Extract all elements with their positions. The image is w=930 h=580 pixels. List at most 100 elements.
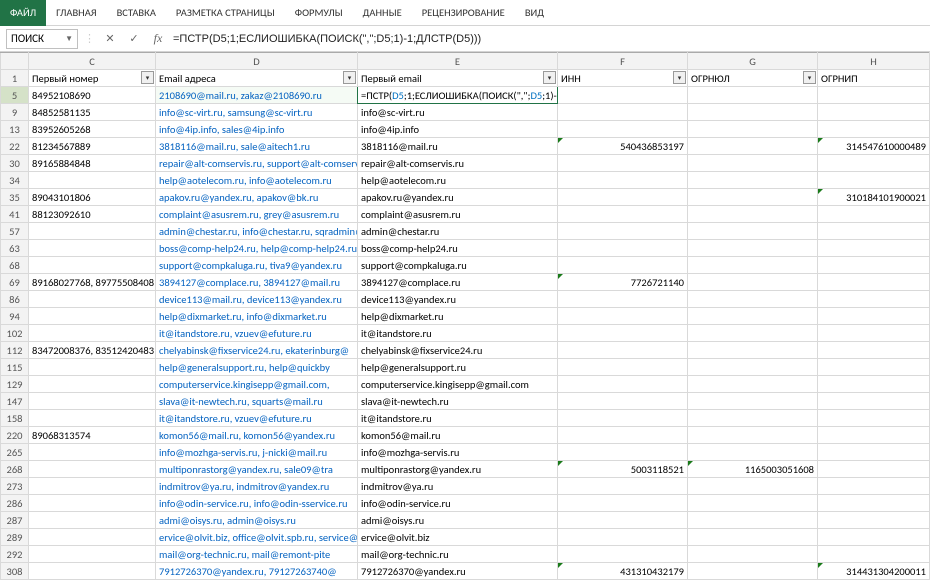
cell[interactable]: 7726721140 xyxy=(558,274,688,291)
tab-home[interactable]: ГЛАВНАЯ xyxy=(46,0,107,26)
col-header-g[interactable]: G xyxy=(688,53,818,70)
cell[interactable] xyxy=(29,529,156,546)
row-header[interactable]: 68 xyxy=(1,257,29,274)
col-header-d[interactable]: D xyxy=(156,53,358,70)
row-header[interactable]: 147 xyxy=(1,393,29,410)
tab-file[interactable]: ФАЙЛ xyxy=(0,0,46,26)
cell[interactable] xyxy=(558,291,688,308)
cell[interactable]: 314431304200011 xyxy=(818,563,930,580)
cell[interactable]: help@aotelecom.ru, info@aotelecom.ru xyxy=(156,172,358,189)
cell[interactable] xyxy=(688,376,818,393)
cell[interactable] xyxy=(688,495,818,512)
cell[interactable] xyxy=(818,240,930,257)
cell[interactable] xyxy=(558,223,688,240)
row-header[interactable]: 287 xyxy=(1,512,29,529)
row-header[interactable]: 102 xyxy=(1,325,29,342)
cell[interactable]: it@itandstore.ru xyxy=(358,410,558,427)
cell[interactable] xyxy=(688,104,818,121)
cell[interactable]: apakov.ru@yandex.ru xyxy=(358,189,558,206)
cell[interactable]: 84952108690 xyxy=(29,87,156,104)
row-header[interactable]: 158 xyxy=(1,410,29,427)
cell[interactable]: ervice@olvit.biz xyxy=(358,529,558,546)
cell[interactable] xyxy=(29,325,156,342)
formula-input[interactable] xyxy=(173,29,924,49)
filter-icon[interactable]: ▾ xyxy=(673,71,686,84)
cell[interactable] xyxy=(688,563,818,580)
cell[interactable]: admi@oisys.ru xyxy=(358,512,558,529)
cell[interactable]: info@odin-service.ru xyxy=(358,495,558,512)
cell[interactable] xyxy=(29,172,156,189)
row-header[interactable]: 112 xyxy=(1,342,29,359)
cell[interactable]: info@sc-virt.ru, samsung@sc-virt.ru xyxy=(156,104,358,121)
cell[interactable]: device113@mail.ru, device113@yandex.ru xyxy=(156,291,358,308)
row-header[interactable]: 69 xyxy=(1,274,29,291)
cell[interactable] xyxy=(29,478,156,495)
tab-page-layout[interactable]: РАЗМЕТКА СТРАНИЦЫ xyxy=(166,0,285,26)
cell[interactable]: admin@chestar.ru, info@chestar.ru, sqrad… xyxy=(156,223,358,240)
cell[interactable]: 3818116@mail.ru, sale@aitech1.ru xyxy=(156,138,358,155)
cell[interactable]: 3894127@complace.ru, 3894127@mail.ru xyxy=(156,274,358,291)
enter-icon[interactable]: ✓ xyxy=(125,32,143,45)
cell[interactable]: 540436853197 xyxy=(558,138,688,155)
header-cell[interactable]: Первый email▾ xyxy=(358,70,558,87)
cell[interactable] xyxy=(688,172,818,189)
cell[interactable] xyxy=(558,189,688,206)
fx-icon[interactable]: fx xyxy=(149,31,167,46)
cell[interactable] xyxy=(818,155,930,172)
row-header[interactable]: 41 xyxy=(1,206,29,223)
cell[interactable]: slava@it-newtech.ru xyxy=(358,393,558,410)
cell[interactable] xyxy=(558,427,688,444)
cell[interactable]: 3894127@complace.ru xyxy=(358,274,558,291)
row-header[interactable]: 220 xyxy=(1,427,29,444)
cell[interactable]: complaint@asusrem.ru xyxy=(358,206,558,223)
cell[interactable] xyxy=(818,427,930,444)
tab-view[interactable]: ВИД xyxy=(515,0,554,26)
cell[interactable]: support@compkaluga.ru, tiva9@yandex.ru xyxy=(156,257,358,274)
cell[interactable] xyxy=(688,342,818,359)
cell[interactable]: mail@org-technic.ru, mail@remont-pite xyxy=(156,546,358,563)
cell[interactable]: indmitrov@ya.ru, indmitrov@yandex.ru xyxy=(156,478,358,495)
cell[interactable]: help@dixmarket.ru xyxy=(358,308,558,325)
chevron-down-icon[interactable]: ▼ xyxy=(65,34,73,44)
cell[interactable]: 83472008376, 83512420483 xyxy=(29,342,156,359)
cell[interactable]: 314547610000489 xyxy=(818,138,930,155)
cell[interactable] xyxy=(688,257,818,274)
cell[interactable] xyxy=(29,393,156,410)
cell[interactable]: help@generalsupport.ru xyxy=(358,359,558,376)
row-header[interactable]: 268 xyxy=(1,461,29,478)
row-header[interactable]: 129 xyxy=(1,376,29,393)
cell[interactable] xyxy=(688,444,818,461)
cell[interactable] xyxy=(818,325,930,342)
cell[interactable] xyxy=(558,172,688,189)
cell[interactable]: multiponrastorg@yandex.ru xyxy=(358,461,558,478)
cell[interactable] xyxy=(558,206,688,223)
cell[interactable] xyxy=(818,172,930,189)
col-header-f[interactable]: F xyxy=(558,53,688,70)
cell[interactable] xyxy=(29,291,156,308)
cell[interactable]: komon56@mail.ru xyxy=(358,427,558,444)
cell[interactable] xyxy=(558,495,688,512)
cell[interactable] xyxy=(818,410,930,427)
cell[interactable]: 3818116@mail.ru xyxy=(358,138,558,155)
cell[interactable] xyxy=(558,444,688,461)
name-box[interactable]: ПОИСК ▼ xyxy=(6,29,78,49)
cell[interactable] xyxy=(818,376,930,393)
cell[interactable] xyxy=(29,240,156,257)
cell[interactable]: 5003118521 xyxy=(558,461,688,478)
cell[interactable] xyxy=(818,104,930,121)
filter-icon[interactable]: ▾ xyxy=(803,71,816,84)
cell[interactable]: complaint@asusrem.ru, grey@asusrem.ru xyxy=(156,206,358,223)
row-header[interactable]: 1 xyxy=(1,70,29,87)
cell[interactable]: chelyabinsk@fixservice24.ru xyxy=(358,342,558,359)
tab-data[interactable]: ДАННЫЕ xyxy=(353,0,412,26)
cell[interactable]: 84852581135 xyxy=(29,104,156,121)
cell[interactable]: multiponrastorg@yandex.ru, sale09@tra xyxy=(156,461,358,478)
cancel-icon[interactable]: ✕ xyxy=(101,32,119,45)
cell[interactable] xyxy=(558,342,688,359)
row-header[interactable]: 115 xyxy=(1,359,29,376)
row-header[interactable]: 94 xyxy=(1,308,29,325)
row-header[interactable]: 308 xyxy=(1,563,29,580)
row-header[interactable]: 86 xyxy=(1,291,29,308)
cell[interactable] xyxy=(688,291,818,308)
cell[interactable] xyxy=(558,87,688,104)
